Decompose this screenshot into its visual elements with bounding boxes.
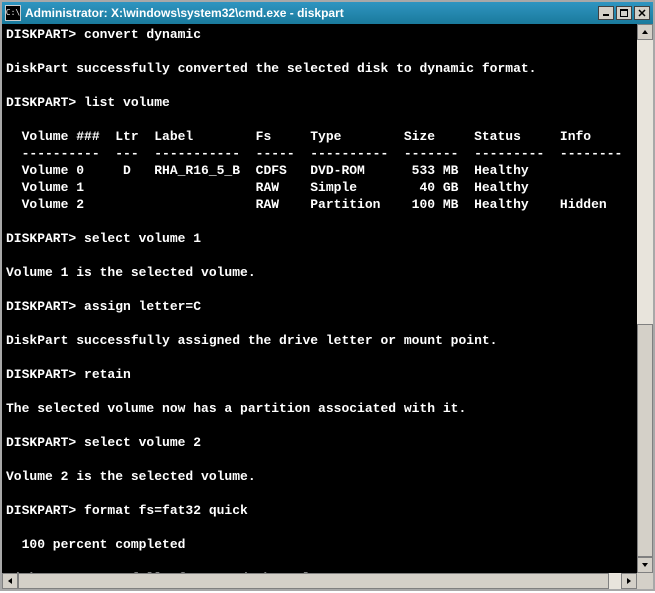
app-icon-label: C:\	[6, 9, 20, 17]
scroll-thumb-horizontal[interactable]	[18, 573, 609, 589]
scroll-track-horizontal[interactable]	[18, 573, 621, 589]
maximize-button[interactable]	[616, 6, 632, 20]
app-icon: C:\	[5, 5, 21, 21]
close-button[interactable]	[634, 6, 650, 20]
scroll-up-button[interactable]	[637, 24, 653, 40]
client-area: DISKPART> convert dynamic DiskPart succe…	[2, 24, 653, 589]
minimize-button[interactable]	[598, 6, 614, 20]
scroll-right-button[interactable]	[621, 573, 637, 589]
scroll-left-button[interactable]	[2, 573, 18, 589]
scroll-down-button[interactable]	[637, 557, 653, 573]
window-controls	[598, 6, 650, 20]
cmd-window: C:\ Administrator: X:\windows\system32\c…	[0, 0, 655, 591]
terminal-output[interactable]: DISKPART> convert dynamic DiskPart succe…	[2, 24, 637, 573]
scroll-thumb-vertical[interactable]	[637, 324, 653, 557]
vertical-scrollbar[interactable]	[637, 24, 653, 573]
window-title: Administrator: X:\windows\system32\cmd.e…	[25, 6, 598, 20]
titlebar[interactable]: C:\ Administrator: X:\windows\system32\c…	[2, 2, 653, 24]
scroll-track-vertical[interactable]	[637, 40, 653, 557]
horizontal-scrollbar[interactable]	[2, 573, 653, 589]
scrollbar-corner	[637, 573, 653, 589]
